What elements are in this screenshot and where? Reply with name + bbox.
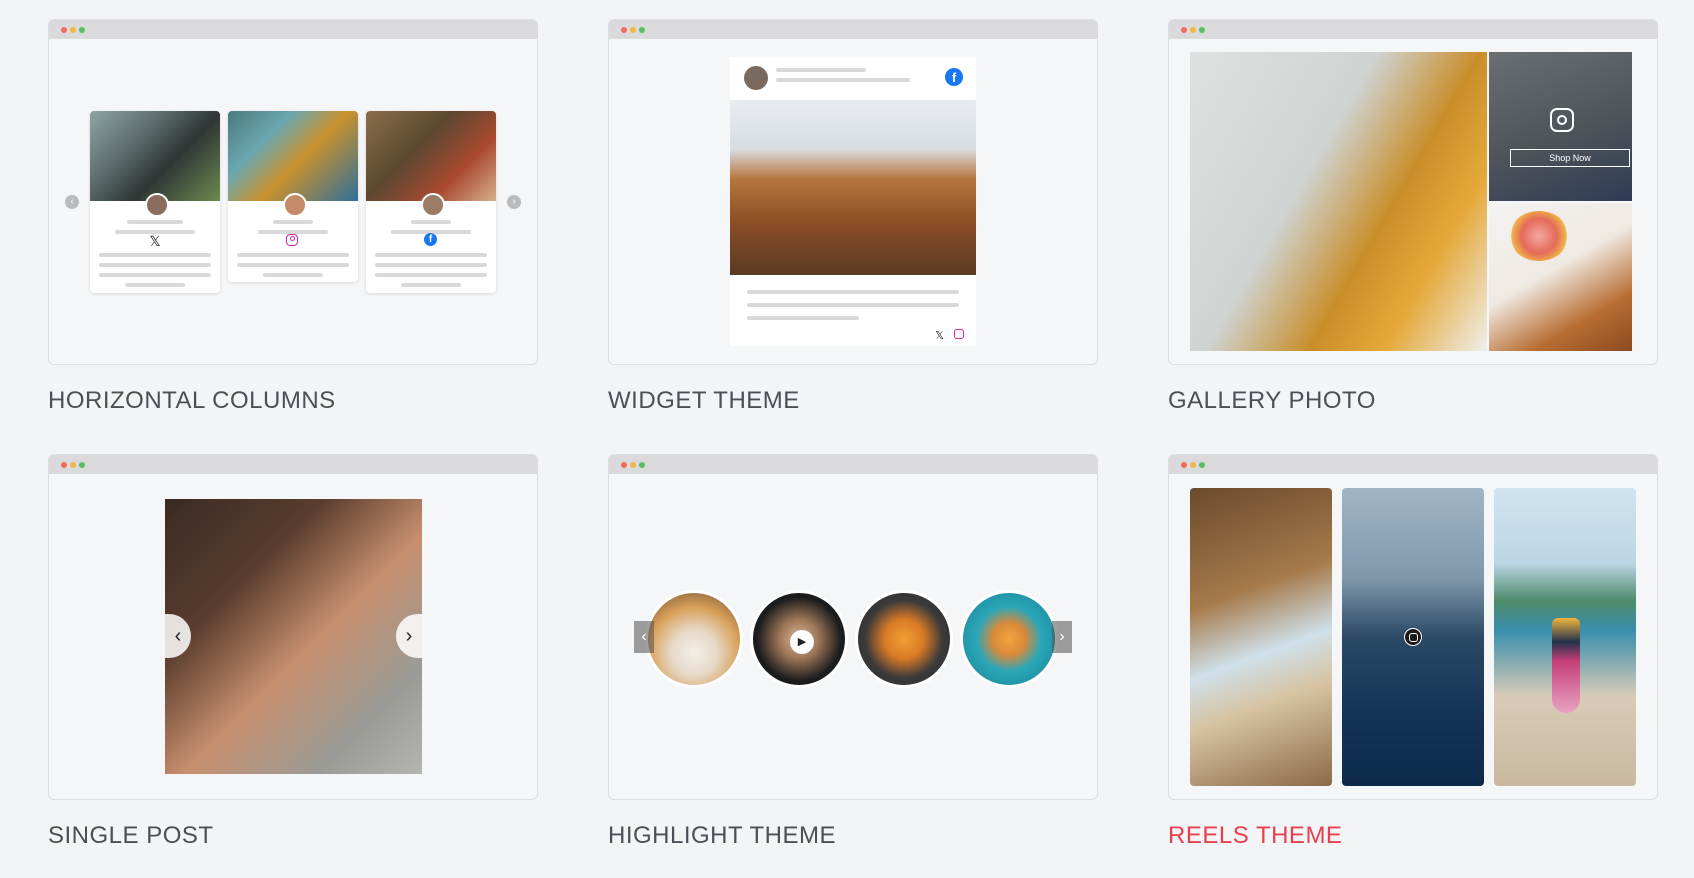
close-dot: [621, 462, 627, 468]
chevron-right-icon: ›: [507, 195, 521, 209]
browser-bar: [49, 20, 537, 39]
reel-item[interactable]: [1190, 488, 1332, 786]
post-column: [228, 111, 358, 282]
gallery-photo-jeans: Shop Now: [1489, 52, 1632, 201]
highlight-item[interactable]: [960, 590, 1058, 688]
close-dot: [61, 462, 67, 468]
browser-bar: [609, 455, 1097, 474]
card-title: WIDGET THEME: [608, 387, 800, 414]
x-icon: 𝕏: [935, 330, 944, 342]
x-icon: 𝕏: [149, 233, 161, 249]
card-title: GALLERY PHOTO: [1168, 387, 1376, 414]
post-photo: [90, 111, 220, 201]
avatar: [283, 193, 307, 217]
theme-card-gallery-photo[interactable]: Shop Now GALLERY PHOTO: [1168, 19, 1658, 415]
highlight-item[interactable]: [645, 590, 743, 688]
post-photo: [730, 100, 976, 275]
highlight-item[interactable]: [855, 590, 953, 688]
theme-preview: [1168, 454, 1658, 800]
shop-now-button[interactable]: Shop Now: [1510, 149, 1630, 167]
close-dot: [1181, 27, 1187, 33]
card-title: HIGHLIGHT THEME: [608, 822, 836, 849]
chevron-left-icon[interactable]: ‹: [634, 621, 654, 653]
instagram-icon: [1550, 108, 1574, 132]
theme-card-widget-theme[interactable]: f 𝕏 WIDGET THEME: [608, 19, 1098, 415]
post-photo: [228, 111, 358, 201]
post-column: f: [366, 111, 496, 293]
minimize-dot: [630, 27, 636, 33]
close-dot: [1181, 462, 1187, 468]
minimize-dot: [70, 462, 76, 468]
close-dot: [621, 27, 627, 33]
close-dot: [61, 27, 67, 33]
theme-preview: ‹ › 𝕏 f: [48, 19, 538, 365]
minimize-dot: [70, 27, 76, 33]
theme-card-highlight-theme[interactable]: ▶ ‹ › HIGHLIGHT THEME: [608, 454, 1098, 850]
instagram-icon: [286, 234, 298, 246]
theme-preview: ▶ ‹ ›: [608, 454, 1098, 800]
instagram-icon: [1404, 628, 1422, 646]
widget-post: f 𝕏: [730, 57, 976, 346]
theme-card-single-post[interactable]: ‹ › SINGLE POST: [48, 454, 538, 850]
theme-preview: Shop Now: [1168, 19, 1658, 365]
browser-bar: [1169, 20, 1657, 39]
minimize-dot: [1190, 27, 1196, 33]
facebook-icon: f: [424, 233, 437, 246]
chevron-right-icon[interactable]: ›: [1052, 621, 1072, 653]
browser-bar: [1169, 455, 1657, 474]
post-photo: [366, 111, 496, 201]
play-icon: ▶: [790, 630, 814, 654]
reel-item[interactable]: [1494, 488, 1636, 786]
avatar: [421, 193, 445, 217]
theme-preview: ‹ ›: [48, 454, 538, 800]
gallery-photo-tulips: [1489, 203, 1632, 351]
tulips: [1509, 211, 1569, 261]
post-column: 𝕏: [90, 111, 220, 293]
avatar: [145, 193, 169, 217]
reel-person: [1552, 618, 1580, 713]
theme-card-horizontal-columns[interactable]: ‹ › 𝕏 f HORIZONTAL COLUMNS: [48, 19, 538, 415]
highlight-item[interactable]: ▶: [750, 590, 848, 688]
single-post-photo: [165, 499, 422, 774]
chevron-left-icon: ‹: [65, 195, 79, 209]
minimize-dot: [630, 462, 636, 468]
card-title: REELS THEME: [1168, 822, 1343, 849]
reel-item[interactable]: [1342, 488, 1484, 786]
maximize-dot: [79, 462, 85, 468]
theme-preview: f 𝕏: [608, 19, 1098, 365]
minimize-dot: [1190, 462, 1196, 468]
maximize-dot: [1199, 462, 1205, 468]
facebook-icon: f: [945, 68, 963, 86]
theme-card-reels-theme[interactable]: REELS THEME: [1168, 454, 1658, 850]
maximize-dot: [639, 462, 645, 468]
avatar: [744, 66, 768, 90]
card-title: HORIZONTAL COLUMNS: [48, 387, 336, 414]
instagram-icon: [954, 329, 964, 339]
maximize-dot: [79, 27, 85, 33]
browser-bar: [49, 455, 537, 474]
card-title: SINGLE POST: [48, 822, 214, 849]
maximize-dot: [639, 27, 645, 33]
gallery-photo-main: [1190, 52, 1487, 351]
browser-bar: [609, 20, 1097, 39]
maximize-dot: [1199, 27, 1205, 33]
